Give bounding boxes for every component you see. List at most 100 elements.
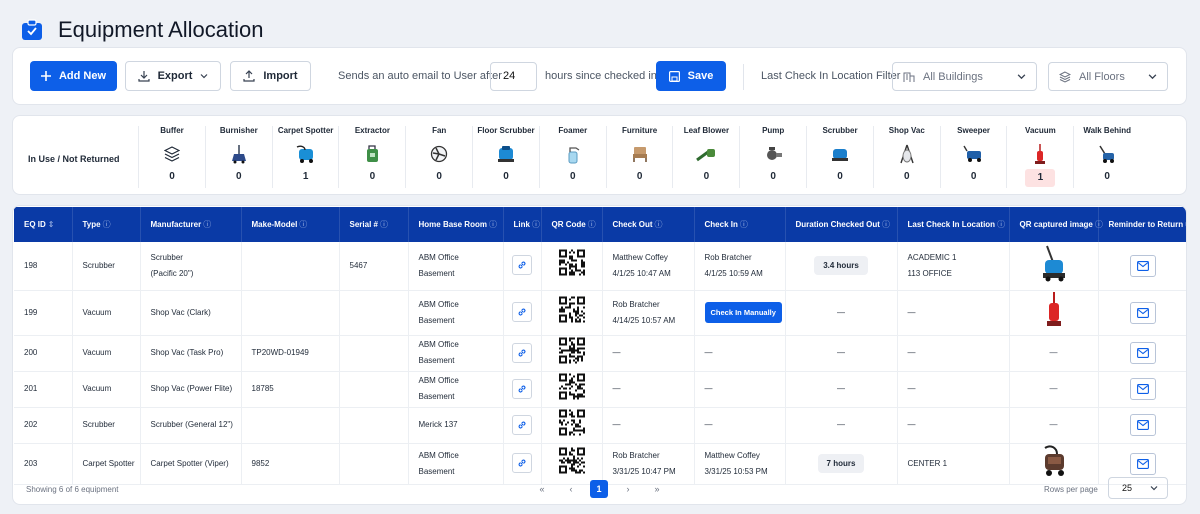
cell-qr-code [541,371,603,408]
chevron-down-icon [200,74,208,79]
column-header-qr-captured-image[interactable]: QR captured image ⓘ [1009,207,1103,242]
category-foamer[interactable]: Foamer 0 [541,126,605,188]
category-sweeper[interactable]: Sweeper 0 [942,126,1006,188]
reminder-button[interactable] [1129,342,1156,364]
prev-page-button[interactable]: ‹ [562,480,580,498]
category-shop-vac[interactable]: Shop Vac 0 [875,126,939,188]
cell-make-model: 9852 [241,443,340,485]
cell-reminder [1098,242,1186,291]
cell-qr-code [541,407,603,444]
check-out-text: — [612,348,621,357]
category-burnisher[interactable]: Burnisher 0 [207,126,271,188]
chevron-down-icon [1150,486,1158,491]
vacuum-image[interactable] [1045,291,1063,331]
chevron-down-icon [1148,74,1157,80]
location-text: — [907,384,916,393]
category-vacuum[interactable]: Vacuum 1 [1008,126,1072,188]
column-header-check-out[interactable]: Check Out ⓘ [602,207,695,242]
reminder-button[interactable] [1129,414,1156,436]
table-row[interactable]: 202 Scrubber Scrubber (General 12") Merick … [14,407,1186,444]
cell-reminder [1098,371,1186,408]
hours-input[interactable]: 24 [490,62,537,91]
table-row[interactable]: 198 Scrubber Scrubber (Pacific 20") 5467 ABM … [14,242,1186,291]
column-header-reminder-to-return[interactable]: Reminder to Returnⓘ [1098,207,1186,242]
cell-manufacturer: Scrubber (Pacific 20") [140,242,242,291]
table-row[interactable]: 203 Carpet Spotter Carpet Spotter (Viper) 9… [14,443,1186,485]
burnisher-icon [207,142,271,166]
column-header-last-check-in-location[interactable]: Last Check In Location ⓘ [897,207,1010,242]
table-row[interactable]: 200 Vacuum Shop Vac (Task Pro) TP20WD-01949… [14,335,1186,372]
cell-make-model [241,242,340,291]
column-header-manufacturer[interactable]: Manufacturer ⓘ [140,207,242,242]
column-header-serial[interactable]: Serial # ⓘ [339,207,409,242]
qr-code-image[interactable] [558,248,585,277]
cell-link [503,443,542,485]
column-header-check-in[interactable]: Check In ⓘ [694,207,786,242]
save-button[interactable]: Save [656,61,726,91]
category-extractor[interactable]: Extractor 0 [340,126,404,188]
link-button[interactable] [512,378,532,399]
check-out-text: Matthew Coffey [612,252,668,262]
check-in-manually-button[interactable]: Check In Manually [704,302,782,323]
category-divider [472,126,473,188]
buildings-select[interactable]: All Buildings [892,62,1037,91]
qr-code-image[interactable] [558,372,585,401]
room-text: ABM Office [418,450,459,460]
column-header-label: Check Out [612,220,653,229]
qr-code-image[interactable] [558,446,585,475]
link-button[interactable] [512,342,532,363]
column-header-type[interactable]: Type ⓘ [72,207,141,242]
page-1-button[interactable]: 1 [590,480,608,498]
column-header-duration-checked-out[interactable]: Duration Checked Out ⓘ [785,207,898,242]
category-walk-behind[interactable]: Walk Behind 0 [1075,126,1139,188]
export-button[interactable]: Export [125,61,221,91]
floors-select[interactable]: All Floors [1048,62,1168,91]
rows-per-page-select[interactable]: 25 [1108,477,1168,499]
column-header-link[interactable]: Link ⓘ [503,207,542,242]
column-header-home-base-room[interactable]: Home Base Room ⓘ [408,207,504,242]
scrubber-image[interactable] [1039,245,1069,284]
reminder-button[interactable] [1129,452,1156,475]
category-carpet-spotter[interactable]: Carpet Spotter 1 [274,126,338,188]
reminder-button[interactable] [1129,378,1156,400]
category-furniture[interactable]: Furniture 0 [608,126,672,188]
link-button[interactable] [512,302,532,322]
add-new-button[interactable]: Add New [30,61,117,91]
category-divider [1073,126,1075,188]
category-count: 0 [369,171,376,182]
link-icon [517,420,527,430]
category-floor-scrubber[interactable]: Floor Scrubber 0 [474,126,538,188]
category-name: Carpet Spotter [277,126,334,135]
cell-eq-id: 203 [14,443,73,485]
next-page-button[interactable]: › [619,480,637,498]
link-icon [517,307,527,317]
category-scrubber[interactable]: Scrubber 0 [808,126,872,188]
qr-code-image[interactable] [558,336,585,365]
category-name: Foamer [558,126,588,135]
category-pump[interactable]: Pump 0 [741,126,805,188]
carpet-spotter-image[interactable] [1039,444,1069,480]
category-fan[interactable]: Fan 0 [407,126,471,188]
first-page-button[interactable]: « [533,480,551,498]
cell-captured-image: — [1009,371,1099,408]
cell-type: Vacuum [72,371,141,408]
reminder-button[interactable] [1129,254,1156,277]
duration-text: — [837,348,845,357]
link-button[interactable] [512,453,532,473]
qr-code-image[interactable] [558,408,585,437]
category-buffer[interactable]: Buffer 0 [140,126,204,188]
link-button[interactable] [512,255,532,276]
link-button[interactable] [512,414,532,435]
qr-code-image[interactable] [558,295,585,324]
column-header-qr-code[interactable]: QR Code ⓘ [541,207,603,242]
last-page-button[interactable]: » [648,480,666,498]
category-leaf-blower[interactable]: Leaf Blower 0 [674,126,738,188]
reminder-button[interactable] [1129,301,1156,324]
column-header-make-model[interactable]: Make-Model ⓘ [241,207,340,242]
import-button[interactable]: Import [230,61,311,91]
column-header-label: Reminder to Return [1108,220,1184,229]
table-row[interactable]: 201 Vacuum Shop Vac (Power Flite) 18785 ABM … [14,371,1186,408]
cell-duration: — [785,407,898,444]
column-header-eq-id[interactable]: EQ ID ⇕ [14,207,73,242]
table-row[interactable]: 199 Vacuum Shop Vac (Clark) ABM Office Basem… [14,290,1186,336]
